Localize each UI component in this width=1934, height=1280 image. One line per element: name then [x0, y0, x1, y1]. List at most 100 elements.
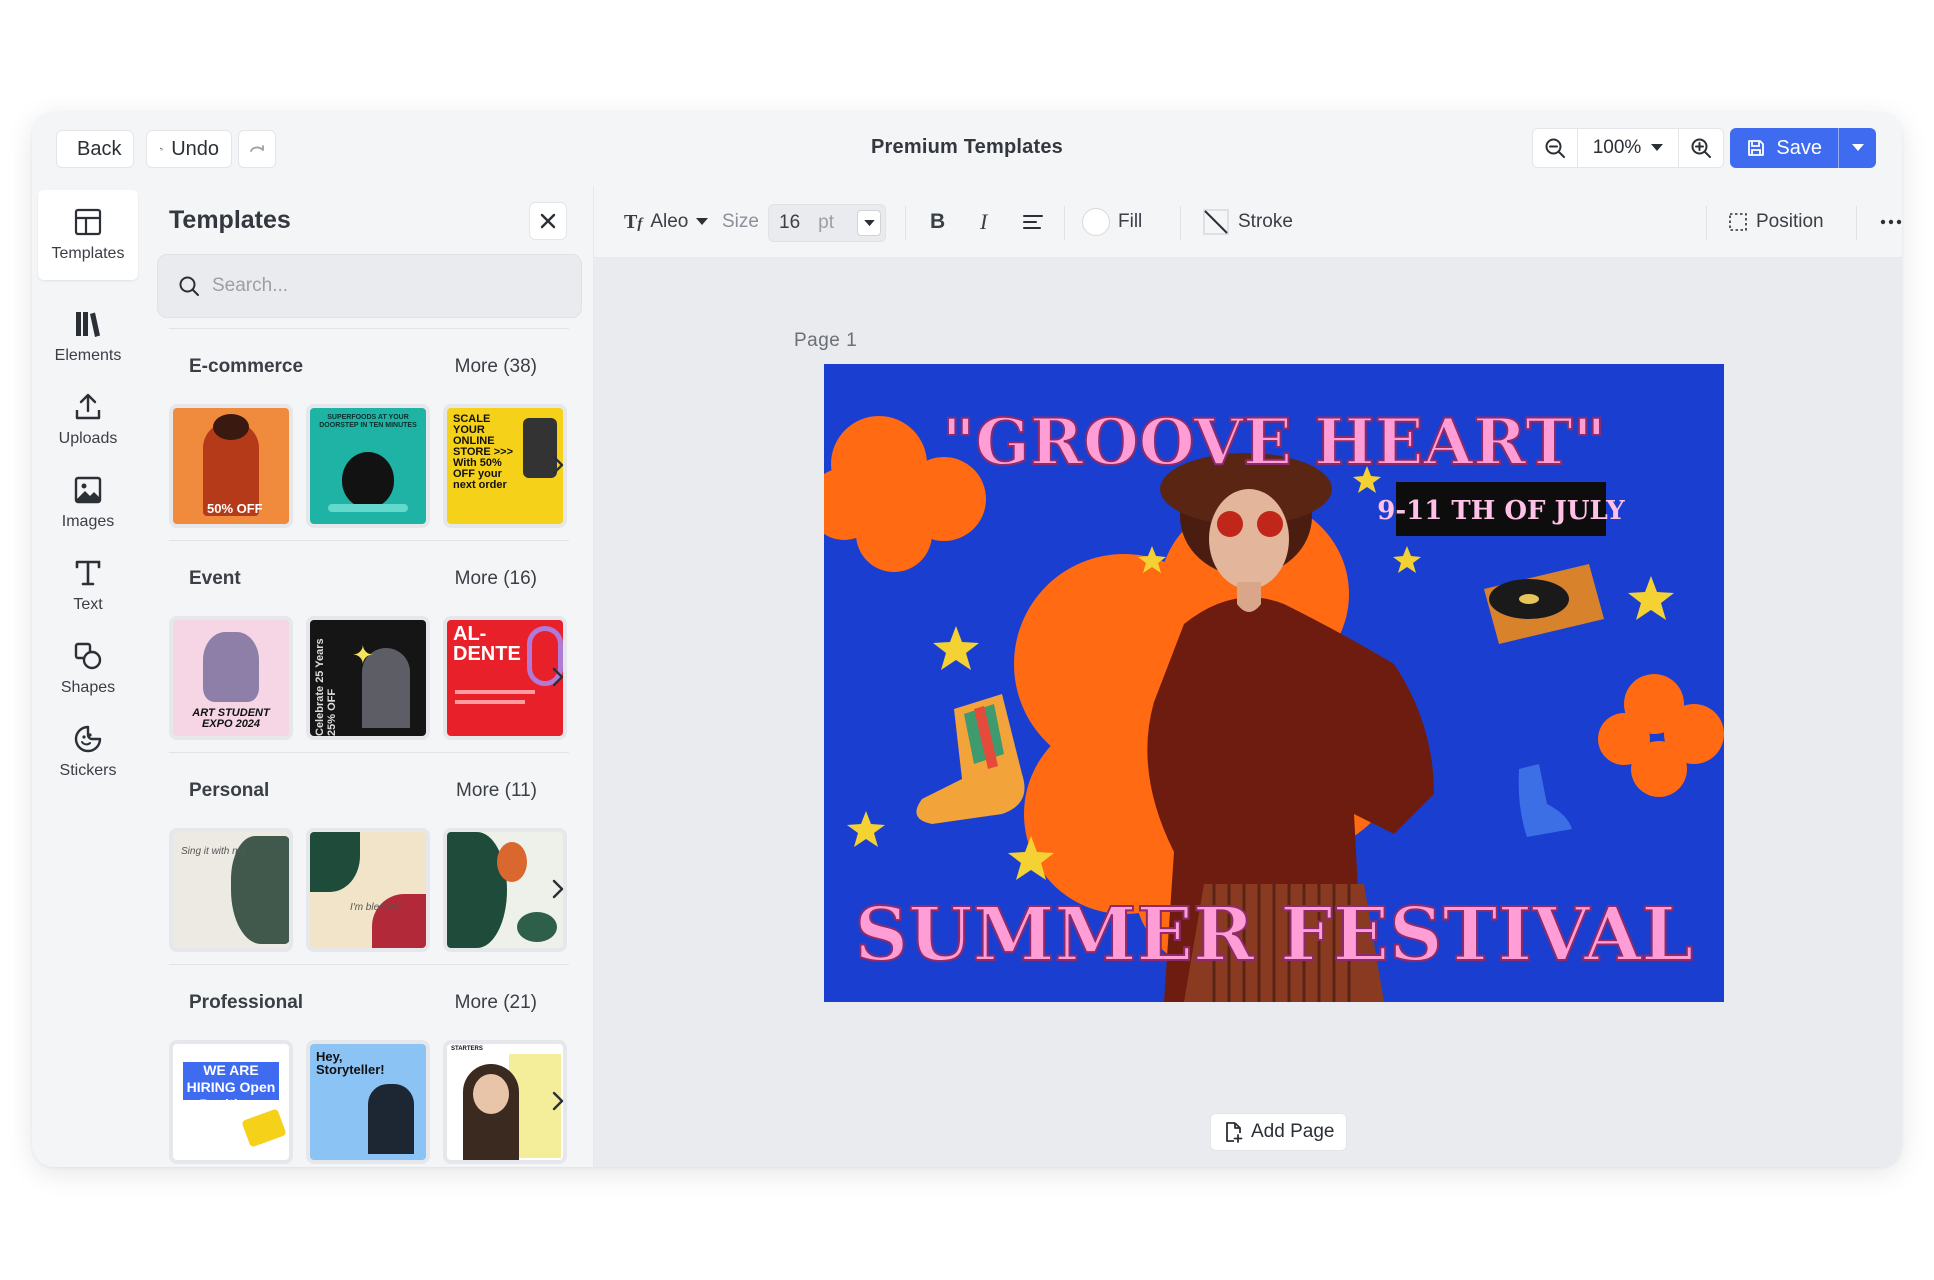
zoom-in-icon	[1691, 138, 1711, 158]
text-toolbar: Tf Aleo Size 16 pt B I Fill Stroke Posit…	[594, 186, 1902, 258]
scroll-right-button[interactable]	[547, 1086, 569, 1116]
font-size-value: 16	[779, 212, 801, 233]
toolbar-divider	[1180, 206, 1181, 240]
image-icon	[74, 476, 102, 504]
books-icon	[76, 312, 100, 337]
rail-label: Stickers	[59, 762, 117, 779]
rail-item-shapes[interactable]: Shapes	[38, 624, 138, 714]
rail-item-stickers[interactable]: Stickers	[38, 707, 138, 797]
template-thumb[interactable]: Hey, Storyteller!	[306, 1040, 430, 1164]
stroke-none-icon	[1203, 209, 1229, 235]
rail-label: Templates	[51, 245, 125, 262]
font-name: Aleo	[650, 211, 689, 232]
font-size-input[interactable]: 16 pt	[768, 204, 886, 242]
layout-icon	[74, 208, 102, 236]
rail-item-uploads[interactable]: Uploads	[38, 375, 138, 465]
category-personal: Personal More (11) Sing it with me I'm b…	[169, 780, 569, 952]
template-thumb[interactable]: ART STUDENT EXPO 2024	[169, 616, 293, 740]
close-icon	[540, 213, 556, 229]
design-artboard[interactable]: "GROOVE HEART" 9-11 TH OF JULY SUMMER FE…	[824, 364, 1724, 1002]
top-bar: Back Undo Premium Templates 100% Save	[32, 112, 1902, 186]
font-family-select[interactable]: Tf Aleo	[624, 186, 709, 258]
add-page-button[interactable]: Add Page	[1210, 1113, 1348, 1151]
italic-button[interactable]: I	[980, 186, 987, 258]
position-label: Position	[1756, 211, 1824, 232]
position-icon	[1729, 213, 1747, 231]
fill-label: Fill	[1118, 211, 1143, 232]
rail-item-text[interactable]: Text	[38, 541, 138, 631]
template-thumb[interactable]: WE ARE HIRING Open Positions	[169, 1040, 293, 1164]
close-panel-button[interactable]	[529, 202, 567, 240]
thumb-text: ART STUDENT EXPO 2024	[192, 707, 270, 730]
font-size-unit: pt	[818, 212, 834, 233]
add-page-label: Add Page	[1251, 1121, 1335, 1142]
font-size-dropdown[interactable]	[857, 210, 881, 236]
template-thumb[interactable]: Sing it with me	[169, 828, 293, 952]
align-button[interactable]	[1022, 186, 1044, 258]
scroll-right-button[interactable]	[547, 662, 569, 692]
more-options-button[interactable]	[1880, 186, 1902, 258]
shapes-icon	[74, 642, 102, 670]
more-link[interactable]: More (11)	[456, 780, 537, 802]
caret-down-icon	[863, 219, 875, 226]
sticker-icon	[74, 725, 102, 753]
design-graphic: "GROOVE HEART" 9-11 TH OF JULY SUMMER FE…	[824, 364, 1724, 1002]
thumb-text: STARTERS	[451, 1046, 483, 1052]
stroke-label: Stroke	[1238, 211, 1293, 232]
bold-button[interactable]: B	[930, 186, 945, 258]
position-button[interactable]: Position	[1728, 186, 1824, 258]
scroll-right-button[interactable]	[547, 874, 569, 904]
chevron-right-icon	[552, 1091, 564, 1111]
zoom-controls: 100%	[1532, 128, 1724, 168]
template-thumb[interactable]: 50% OFF	[169, 404, 293, 528]
template-thumb[interactable]: I'm blessed	[306, 828, 430, 952]
text-icon	[75, 560, 101, 586]
caret-down-icon	[1651, 144, 1664, 151]
scroll-right-button[interactable]	[547, 450, 569, 480]
editor-window: Back Undo Premium Templates 100% Save Te…	[32, 112, 1902, 1167]
fill-button[interactable]: Fill	[1082, 186, 1142, 258]
more-link[interactable]: More (38)	[455, 356, 537, 378]
more-link[interactable]: More (21)	[455, 992, 537, 1014]
caret-down-icon	[1851, 144, 1864, 151]
thumb-text: WE ARE HIRING Open Positions	[186, 1062, 276, 1112]
category-name: Personal	[189, 780, 270, 801]
rail-label: Shapes	[60, 679, 116, 696]
thumb-text: I'm blessed	[350, 902, 401, 913]
align-left-icon	[1023, 215, 1043, 229]
template-thumb[interactable]: SUPERFOODS AT YOUR DOORSTEP IN TEN MINUT…	[306, 404, 430, 528]
size-label: Size	[722, 211, 759, 232]
thumb-row: 50% OFF SUPERFOODS AT YOUR DOORSTEP IN T…	[169, 404, 569, 530]
template-thumb[interactable]: ✦ Celebrate 25 Years 25% OFF	[306, 616, 430, 740]
divider	[169, 328, 569, 329]
rail-item-templates[interactable]: Templates	[38, 190, 138, 280]
toolbar-divider	[1064, 206, 1065, 240]
more-link[interactable]: More (16)	[455, 568, 537, 590]
date-banner-text: 9-11 TH OF JULY	[1377, 496, 1625, 526]
rail-item-images[interactable]: Images	[38, 458, 138, 548]
rail-item-elements[interactable]: Elements	[38, 292, 138, 382]
upload-icon	[75, 393, 101, 420]
headline-text: "GROOVE HEART"	[942, 405, 1606, 480]
bold-icon: B	[930, 210, 946, 233]
fill-swatch-icon	[1082, 208, 1110, 236]
more-horizontal-icon	[1880, 219, 1902, 225]
category-ecommerce: E-commerce More (38) 50% OFF SUPERFOODS …	[169, 356, 569, 528]
zoom-out-button[interactable]	[1533, 129, 1577, 167]
save-options-button[interactable]	[1838, 128, 1876, 168]
zoom-select[interactable]: 100%	[1577, 129, 1679, 167]
thumb-text: Hey, Storyteller!	[316, 1049, 385, 1077]
stroke-button[interactable]: Stroke	[1202, 186, 1293, 258]
search-input[interactable]: Search...	[157, 254, 582, 318]
toolbar-divider	[1706, 206, 1707, 240]
save-button[interactable]: Save	[1730, 128, 1838, 168]
zoom-in-button[interactable]	[1679, 129, 1723, 167]
thumb-text: SCALE YOUR ONLINE STORE >>> With 50% OFF…	[453, 413, 514, 491]
templates-panel: Templates Search... E-commerce More (38)…	[144, 186, 594, 1167]
search-icon	[179, 276, 199, 296]
thumb-row: Sing it with me I'm blessed	[169, 828, 569, 954]
left-rail: Templates Elements Uploads Images Text S…	[32, 186, 144, 1167]
rail-label: Text	[73, 596, 103, 613]
font-icon: Tf	[624, 210, 643, 233]
save-disk-icon	[1748, 140, 1765, 156]
